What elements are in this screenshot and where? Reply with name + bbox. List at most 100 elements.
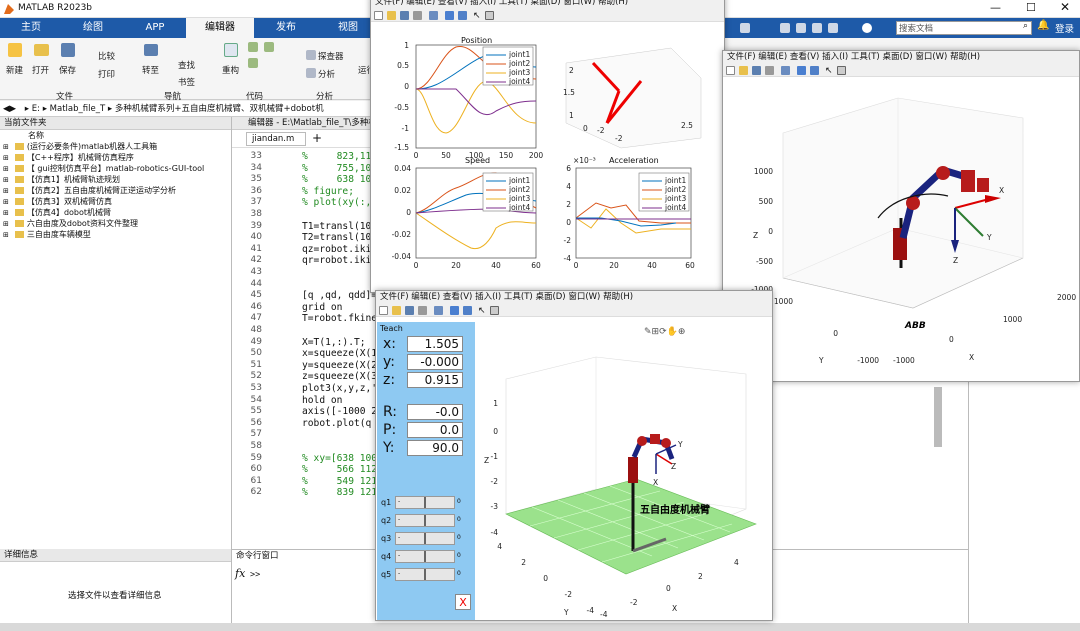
- open-icon[interactable]: [387, 11, 396, 20]
- save-icon[interactable]: [752, 66, 761, 75]
- code-line[interactable]: axis([-1000 2: [302, 406, 377, 417]
- expand-icon[interactable]: ⊞: [3, 154, 9, 162]
- editor-tab[interactable]: jiandan.m: [246, 132, 306, 146]
- code-line[interactable]: grid on: [302, 302, 342, 313]
- colorbar-icon[interactable]: [445, 11, 454, 20]
- undo-icon[interactable]: [828, 23, 838, 33]
- search-icon[interactable]: ⌕: [1023, 21, 1028, 31]
- expand-icon[interactable]: ⊞: [3, 187, 9, 195]
- figure2-menu-bar[interactable]: 文件(F) 编辑(E) 查看(V) 插入(I) 工具(T) 桌面(D) 窗口(W…: [723, 51, 1079, 64]
- print-icon[interactable]: [413, 11, 422, 20]
- editor-scrollbar[interactable]: [934, 387, 942, 447]
- slider-thumb[interactable]: [424, 515, 426, 526]
- figure-menu-bar[interactable]: 文件(F) 编辑(E) 查看(V) 插入(I) 工具(T) 桌面(D) 窗口(W…: [371, 0, 724, 9]
- code-line[interactable]: % 755,10: [302, 163, 371, 174]
- code-line[interactable]: T1=transl(10: [302, 221, 371, 232]
- property-icon[interactable]: [837, 66, 846, 75]
- open-button[interactable]: 打开: [32, 64, 49, 76]
- folder-item[interactable]: ⊞ 三自由度车辆模型: [0, 229, 231, 240]
- folder-item[interactable]: ⊞ 【仿真3】双机械臂仿真: [0, 196, 231, 207]
- code-line[interactable]: % 566 112: [302, 464, 377, 475]
- help-icon[interactable]: [862, 23, 872, 33]
- notification-bell-icon[interactable]: 🔔: [1037, 20, 1049, 31]
- legend-icon[interactable]: [458, 11, 467, 20]
- find-button[interactable]: 查找: [178, 59, 195, 71]
- expand-icon[interactable]: ⊞: [3, 231, 9, 239]
- code-line[interactable]: T2=transl(10: [302, 232, 371, 243]
- code-line[interactable]: z=squeeze(X(3: [302, 371, 377, 382]
- new-figure-icon[interactable]: [726, 66, 735, 75]
- colorbar-icon[interactable]: [797, 66, 806, 75]
- legend-icon[interactable]: [463, 306, 472, 315]
- expand-icon[interactable]: ⊞: [3, 209, 9, 217]
- folder-item[interactable]: ⊞ 【仿真1】机械臂轨迹规划: [0, 174, 231, 185]
- code-line[interactable]: % 823,11: [302, 151, 371, 162]
- code-line[interactable]: [q ,qd, qdd]=: [302, 290, 377, 301]
- tab-publish[interactable]: 发布: [254, 18, 318, 38]
- open-icon[interactable]: [392, 306, 401, 315]
- tab-home[interactable]: 主页: [0, 18, 62, 38]
- pan-hand-icon[interactable]: ✋: [667, 327, 678, 337]
- legend-icon[interactable]: [810, 66, 819, 75]
- new-figure-icon[interactable]: [374, 11, 383, 20]
- print-icon[interactable]: [765, 66, 774, 75]
- slider-thumb[interactable]: [424, 569, 426, 580]
- compare-button[interactable]: 比较: [98, 50, 115, 62]
- print-icon[interactable]: [418, 306, 427, 315]
- print-button[interactable]: 打印: [98, 68, 115, 80]
- folder-item[interactable]: ⊞ 【C++程序】机械臂仿真程序: [0, 152, 231, 163]
- tab-apps[interactable]: APP: [124, 18, 186, 38]
- refactor-button[interactable]: 重构: [222, 64, 239, 76]
- wrap-icon[interactable]: [264, 42, 274, 52]
- datatip-icon[interactable]: ⊞: [652, 327, 660, 337]
- paste-icon[interactable]: [812, 23, 822, 33]
- save-icon[interactable]: [740, 23, 750, 33]
- code-line[interactable]: % 549 121: [302, 476, 377, 487]
- pointer-icon[interactable]: ↖: [825, 66, 834, 76]
- folder-item[interactable]: ⊞ 【仿真2】五自由度机械臂正逆运动学分析: [0, 185, 231, 196]
- profiler-button[interactable]: 探查器: [318, 50, 344, 62]
- bookmark-button[interactable]: 书签: [178, 76, 195, 88]
- login-link[interactable]: 登录: [1055, 21, 1074, 35]
- property-icon[interactable]: [485, 11, 494, 20]
- indent-icon[interactable]: [248, 58, 258, 68]
- colorbar-icon[interactable]: [450, 306, 459, 315]
- expand-icon[interactable]: ⊞: [3, 176, 9, 184]
- code-line[interactable]: hold on: [302, 395, 342, 406]
- maximize-button[interactable]: ☐: [1026, 1, 1036, 14]
- figure3-menu-bar[interactable]: 文件(F) 编辑(E) 查看(V) 插入(I) 工具(T) 桌面(D) 窗口(W…: [376, 291, 772, 304]
- teach-close-button[interactable]: X: [455, 594, 471, 610]
- slider-thumb[interactable]: [424, 497, 426, 508]
- address-bar[interactable]: ◀▶ ▸ E: ▸ Matlab_file_T ▸ 多种机械臂系列+五自由度机械…: [0, 101, 380, 117]
- code-line[interactable]: plot3(x,y,z,': [302, 383, 377, 394]
- joint-slider-q2[interactable]: -: [395, 514, 455, 527]
- tab-editor[interactable]: 编辑器: [186, 18, 254, 38]
- code-line[interactable]: X=T(1,:).T;: [302, 337, 366, 348]
- code-line[interactable]: T=robot.fkine: [302, 313, 377, 324]
- folder-item[interactable]: ⊞ (运行必要条件)matlab机器人工具箱: [0, 141, 231, 152]
- save-icon[interactable]: [400, 11, 409, 20]
- save-icon[interactable]: [405, 306, 414, 315]
- open-icon[interactable]: [739, 66, 748, 75]
- code-line[interactable]: y=squeeze(X(2: [302, 360, 377, 371]
- new-figure-icon[interactable]: [379, 306, 388, 315]
- slider-thumb[interactable]: [424, 551, 426, 562]
- code-line[interactable]: % 839 121: [302, 487, 377, 498]
- cut-icon[interactable]: [780, 23, 790, 33]
- folder-item[interactable]: ⊞ 【 gui控制仿真平台】matlab-robotics-GUI-tool: [0, 163, 231, 174]
- property-icon[interactable]: [490, 306, 499, 315]
- zoom-icon[interactable]: ⊕: [678, 327, 686, 337]
- link-icon[interactable]: [429, 11, 438, 20]
- brush-icon[interactable]: ✎: [644, 327, 652, 337]
- copy-icon[interactable]: [796, 23, 806, 33]
- code-line[interactable]: qz=robot.iki: [302, 244, 371, 255]
- joint-slider-q5[interactable]: -: [395, 568, 455, 581]
- pointer-icon[interactable]: ↖: [473, 11, 482, 21]
- close-window-button[interactable]: ✕: [1060, 0, 1070, 14]
- new-button[interactable]: 新建: [6, 64, 23, 76]
- command-prompt[interactable]: >>: [250, 570, 260, 580]
- minimize-button[interactable]: —: [990, 1, 1001, 14]
- rotate-icon[interactable]: ⟳: [659, 327, 667, 337]
- joint-slider-q4[interactable]: -: [395, 550, 455, 563]
- code-line[interactable]: x=squeeze(X(1: [302, 348, 377, 359]
